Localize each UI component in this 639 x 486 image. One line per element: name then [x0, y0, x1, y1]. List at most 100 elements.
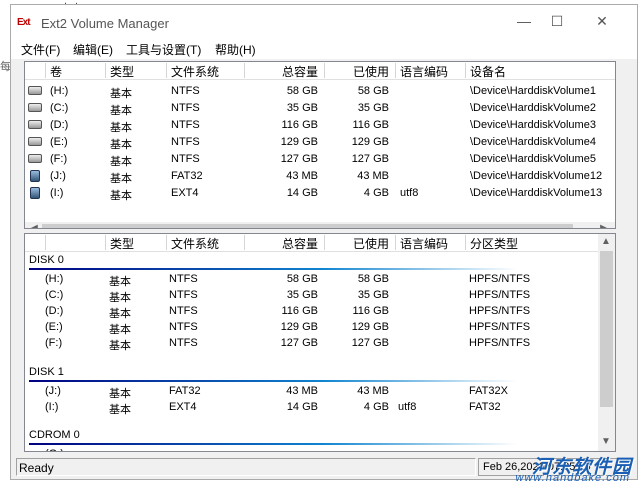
volume-filesystem: NTFS — [171, 85, 200, 97]
menu-file[interactable]: 文件(F) — [21, 41, 60, 58]
partition-row[interactable]: (J:) 基本 FAT32 43 MB 43 MB FAT32X — [25, 383, 615, 400]
volume-name: (F:) — [50, 153, 68, 165]
volume-total: 116 GB — [281, 119, 319, 131]
maximize-icon[interactable]: ☐ — [542, 11, 572, 31]
col-volume[interactable]: 卷 — [45, 63, 105, 79]
volume-filesystem: NTFS — [171, 102, 200, 114]
partition-kind: FAT32 — [469, 401, 501, 413]
scroll-down-icon[interactable]: ▼ — [599, 436, 613, 447]
partition-volume: (C:) — [45, 289, 64, 301]
col-total[interactable]: 总容量 — [244, 63, 324, 79]
table-row[interactable]: (F:) 基本 NTFS 127 GB 127 GB \Device\HarddiskVo… — [25, 151, 615, 168]
col-used[interactable]: 已使用 — [324, 63, 395, 79]
partition-used: 116 GB — [352, 305, 390, 317]
vertical-scroll-thumb[interactable] — [600, 251, 613, 407]
partition-type: 基本 — [109, 340, 131, 352]
partition-filesystem: NTFS — [169, 289, 198, 301]
volume-filesystem: NTFS — [171, 119, 200, 131]
partition-kind: HPFS/NTFS — [469, 337, 531, 349]
app-logo-icon: Ext — [17, 17, 31, 28]
disk-divider — [29, 380, 517, 382]
usb-drive-icon — [30, 187, 40, 199]
volume-total: 35 GB — [286, 102, 318, 114]
col-filesystem[interactable]: 文件系统 — [166, 63, 244, 79]
partition-volume: (J:) — [45, 385, 61, 397]
table-row[interactable]: (E:) 基本 NTFS 129 GB 129 GB \Device\HarddiskVo… — [25, 134, 615, 151]
partition-kind: HPFS/NTFS — [469, 289, 531, 301]
partition-volume: (H:) — [45, 273, 64, 285]
title-bar[interactable]: Ext Ext2 Volume Manager — ☐ ✕ — [11, 5, 637, 37]
table-row[interactable]: (C:) 基本 NTFS 35 GB 35 GB \Device\HarddiskVolu… — [25, 100, 615, 117]
hard-drive-icon — [28, 137, 42, 146]
volume-horizontal-scrollbar[interactable]: ◀ ▶ — [25, 222, 615, 228]
volume-used: 35 GB — [357, 102, 389, 114]
volume-used: 43 MB — [357, 170, 389, 182]
volume-filesystem: FAT32 — [171, 170, 203, 182]
partition-volume: (E:) — [45, 321, 63, 333]
partition-row[interactable]: (E:) 基本 NTFS 129 GB 129 GB HPFS/NTFS — [25, 319, 615, 336]
pcol-filesystem[interactable]: 文件系统 — [166, 235, 244, 251]
partition-used: 43 MB — [357, 385, 389, 397]
table-row[interactable]: (J:) 基本 FAT32 43 MB 43 MB \Device\HarddiskVol… — [25, 168, 615, 185]
col-type[interactable]: 类型 — [105, 63, 166, 79]
menu-help[interactable]: 帮助(H) — [215, 41, 256, 58]
app-window: Ext Ext2 Volume Manager — ☐ ✕ 文件(F) 编辑(E… — [10, 4, 638, 480]
volume-type: 基本 — [110, 88, 132, 100]
volume-type: 基本 — [110, 139, 132, 151]
partition-total: 116 GB — [281, 305, 319, 317]
usb-drive-icon — [30, 170, 40, 182]
disk-divider — [29, 443, 517, 445]
partition-row[interactable]: (C:) 基本 NTFS 35 GB 35 GB HPFS/NTFS — [25, 287, 615, 304]
volume-used: 4 GB — [363, 187, 389, 199]
partition-total: 129 GB — [280, 321, 318, 333]
partition-row[interactable]: (I:) 基本 EXT4 14 GB 4 GB utf8 FAT32 — [25, 399, 615, 416]
minimize-icon[interactable]: — — [509, 11, 539, 31]
menu-tools[interactable]: 工具与设置(T) — [126, 41, 201, 58]
pcol-blank[interactable] — [45, 235, 105, 250]
scroll-up-icon[interactable]: ▲ — [599, 236, 613, 247]
volume-list[interactable]: 卷 类型 文件系统 总容量 已使用 语言编码 设备名 (H:) 基本 NTFS 58 … — [24, 61, 616, 229]
partition-codepage: utf8 — [398, 401, 417, 413]
pcol-type[interactable]: 类型 — [105, 235, 166, 251]
pcol-used[interactable]: 已使用 — [324, 235, 395, 251]
volume-type: 基本 — [110, 190, 132, 202]
volume-list-header: 卷 类型 文件系统 总容量 已使用 语言编码 设备名 — [25, 62, 615, 80]
pcol-codepage[interactable]: 语言编码 — [395, 235, 465, 251]
partition-row[interactable]: (D:) 基本 NTFS 116 GB 116 GB HPFS/NTFS — [25, 303, 615, 320]
volume-name: (C:) — [50, 102, 69, 114]
partition-volume: (D:) — [45, 305, 64, 317]
pcol-total[interactable]: 总容量 — [244, 235, 324, 251]
scroll-left-icon[interactable]: ◀ — [27, 223, 41, 228]
scroll-right-icon[interactable]: ▶ — [597, 223, 611, 228]
volume-type: 基本 — [110, 156, 132, 168]
disk-0-label: DISK 0 — [29, 254, 64, 266]
partition-total: 35 GB — [286, 289, 318, 301]
partition-used: 4 GB — [363, 401, 389, 413]
menu-edit[interactable]: 编辑(E) — [73, 41, 113, 58]
partition-list[interactable]: 类型 文件系统 总容量 已使用 语言编码 分区类型 DISK 0 (H:) 基本 NT… — [24, 233, 616, 452]
partition-used: 35 GB — [357, 289, 389, 301]
close-icon[interactable]: ✕ — [587, 11, 617, 31]
table-row[interactable]: (I:) 基本 EXT4 14 GB 4 GB utf8 \Device\HarddiskV… — [25, 185, 615, 202]
partition-total: 43 MB — [286, 385, 318, 397]
partition-total: 14 GB — [286, 401, 318, 413]
volume-used: 127 GB — [351, 153, 389, 165]
table-row[interactable]: (H:) 基本 NTFS 58 GB 58 GB \Device\HarddiskVolu… — [25, 83, 615, 100]
volume-codepage: utf8 — [400, 187, 419, 199]
volume-name: (J:) — [50, 170, 66, 182]
horizontal-scroll-thumb[interactable] — [42, 224, 573, 228]
partition-kind: HPFS/NTFS — [469, 305, 531, 317]
pcol-partition-type[interactable]: 分区类型 — [465, 235, 597, 251]
partition-vertical-scrollbar[interactable]: ▲ ▼ — [598, 234, 615, 451]
partition-row[interactable]: (F:) 基本 NTFS 127 GB 127 GB HPFS/NTFS — [25, 335, 615, 352]
volume-type: 基本 — [110, 173, 132, 185]
partition-filesystem: NTFS — [169, 305, 198, 317]
col-device[interactable]: 设备名 — [465, 63, 615, 79]
volume-name: (H:) — [50, 85, 69, 97]
partition-filesystem: NTFS — [169, 273, 198, 285]
volume-filesystem: NTFS — [171, 136, 200, 148]
partition-row[interactable]: (H:) 基本 NTFS 58 GB 58 GB HPFS/NTFS — [25, 271, 615, 288]
volume-device: \Device\HarddiskVolume13 — [470, 187, 603, 199]
col-codepage[interactable]: 语言编码 — [395, 63, 465, 79]
table-row[interactable]: (D:) 基本 NTFS 116 GB 116 GB \Device\HarddiskVo… — [25, 117, 615, 134]
